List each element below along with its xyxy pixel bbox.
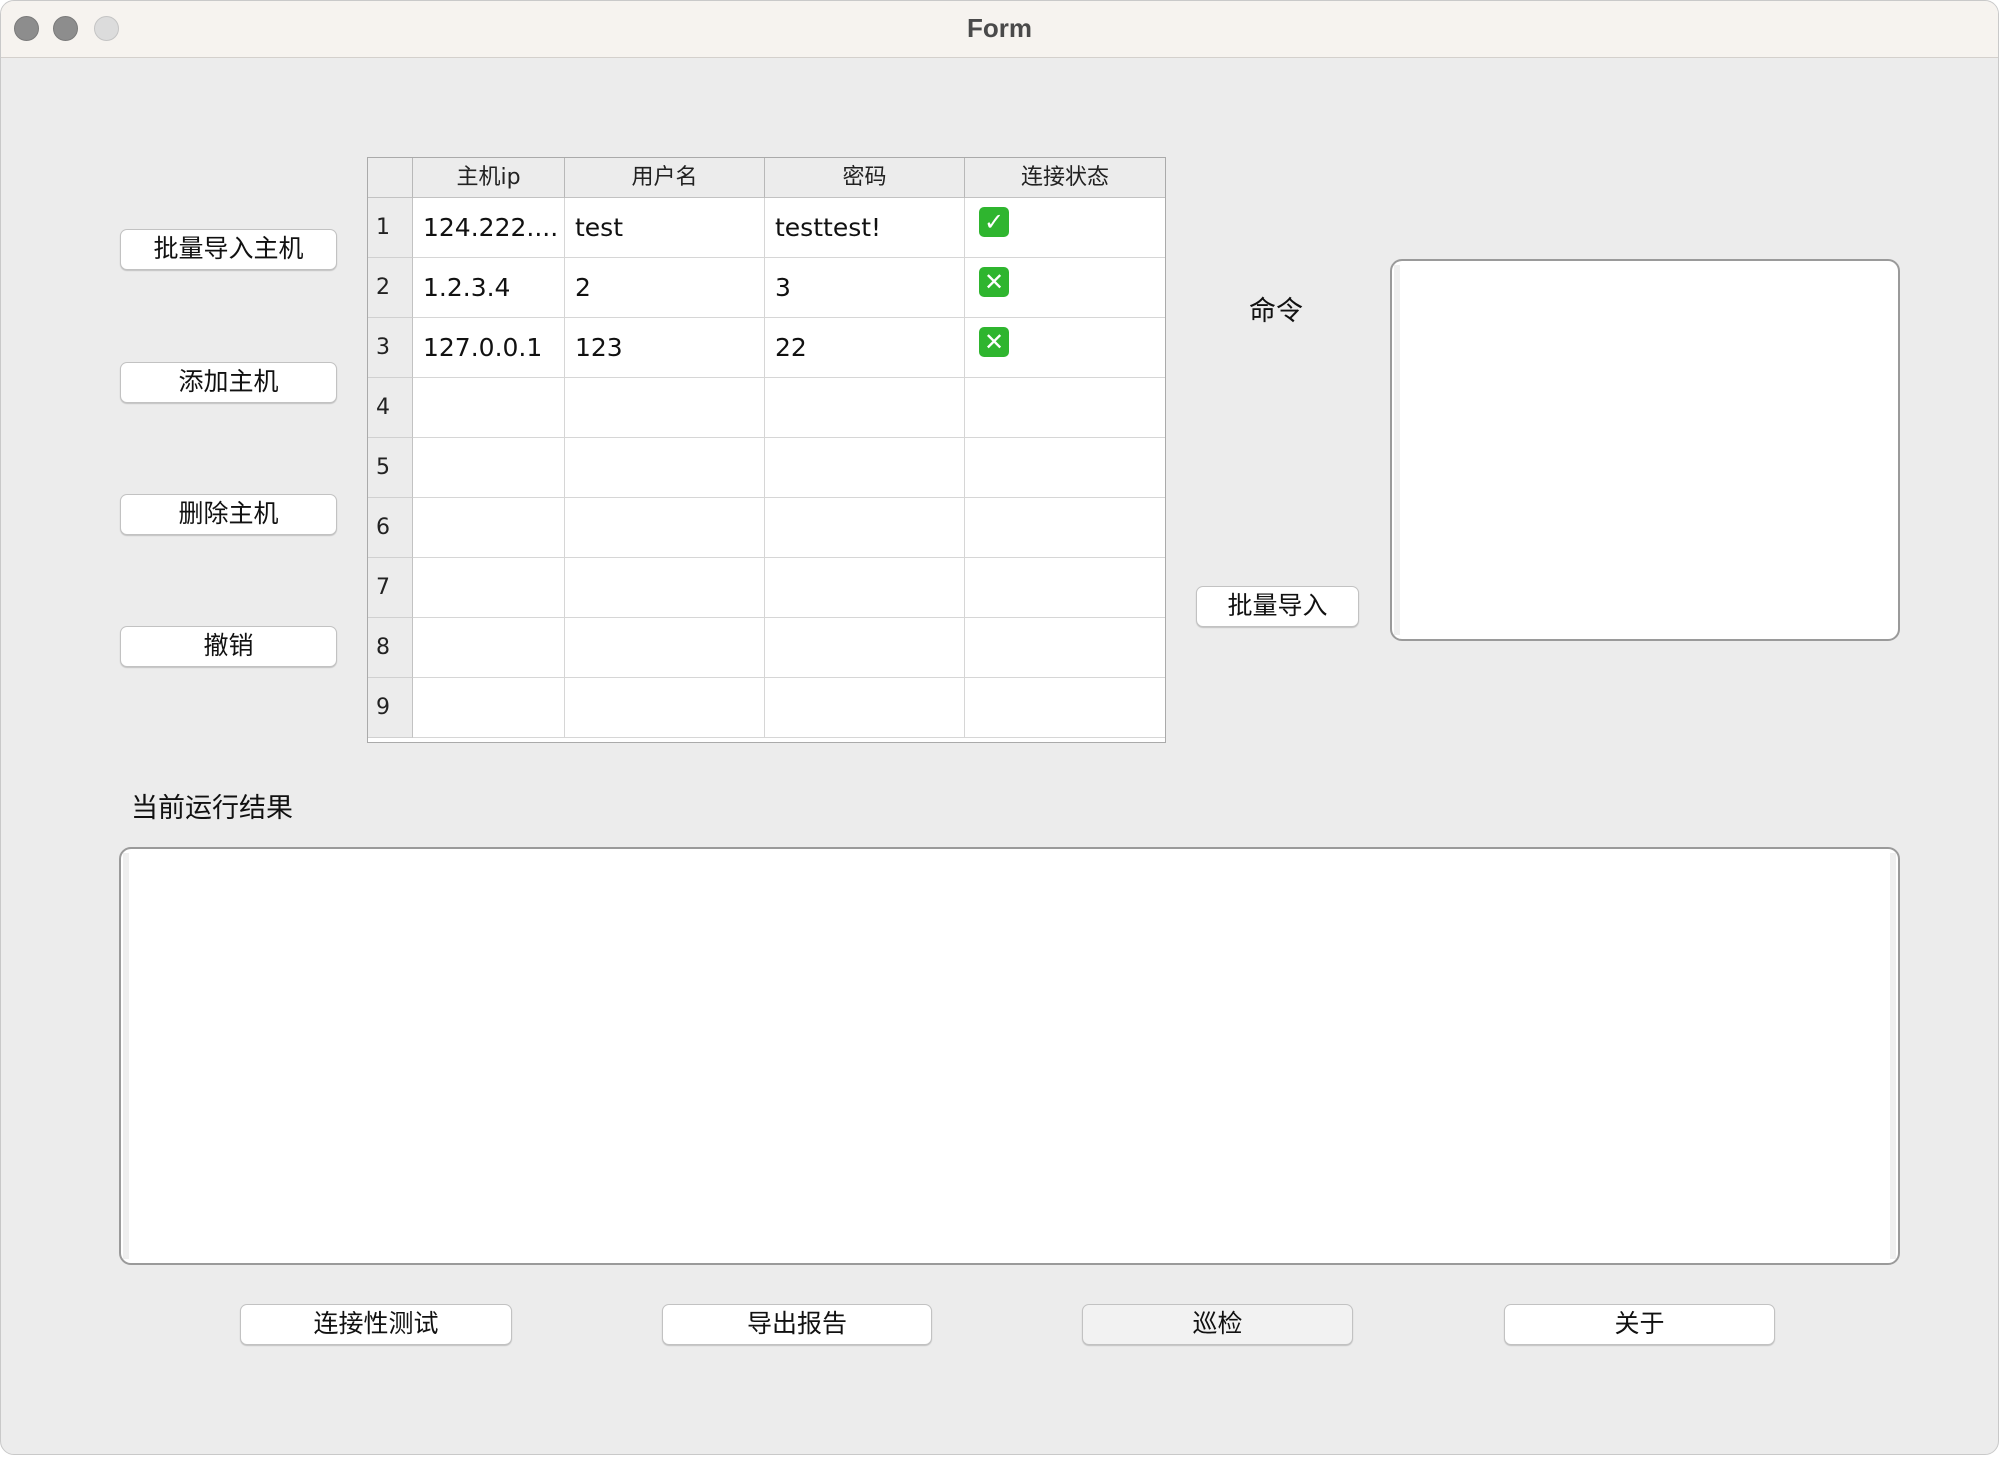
cross-icon: ✕: [979, 267, 1009, 297]
cell-status[interactable]: [965, 498, 1165, 558]
cell-username[interactable]: [565, 438, 765, 498]
cell-status[interactable]: [965, 678, 1165, 738]
command-input-text[interactable]: [1400, 265, 1890, 635]
cross-icon: ✕: [979, 327, 1009, 357]
about-button[interactable]: 关于: [1504, 1304, 1775, 1345]
cell-ip[interactable]: 124.222....: [413, 198, 565, 258]
cell-password[interactable]: 22: [765, 318, 965, 378]
cell-status[interactable]: [965, 438, 1165, 498]
cell-username[interactable]: [565, 678, 765, 738]
row-number[interactable]: 6: [368, 498, 413, 558]
delete-host-button[interactable]: 删除主机: [120, 494, 337, 535]
row-number[interactable]: 2: [368, 258, 413, 318]
cell-status[interactable]: ✕: [965, 258, 1165, 318]
app-window: Form 批量导入主机 添加主机 删除主机 撤销 主机ip 用户名 密码 连接状…: [0, 0, 1999, 1455]
row-number[interactable]: 5: [368, 438, 413, 498]
cell-ip[interactable]: [413, 438, 565, 498]
undo-button[interactable]: 撤销: [120, 626, 337, 667]
column-header-password[interactable]: 密码: [765, 158, 965, 198]
cell-username[interactable]: 123: [565, 318, 765, 378]
cell-ip[interactable]: [413, 618, 565, 678]
cell-ip[interactable]: [413, 378, 565, 438]
check-icon: ✓: [979, 207, 1009, 237]
cell-password[interactable]: [765, 558, 965, 618]
row-number[interactable]: 4: [368, 378, 413, 438]
cell-username[interactable]: 2: [565, 258, 765, 318]
cell-username[interactable]: [565, 558, 765, 618]
cell-username[interactable]: test: [565, 198, 765, 258]
cell-username[interactable]: [565, 378, 765, 438]
batch-import-hosts-button[interactable]: 批量导入主机: [120, 229, 337, 270]
cell-username[interactable]: [565, 498, 765, 558]
cell-status[interactable]: ✕: [965, 318, 1165, 378]
table-corner: [368, 158, 413, 198]
column-header-username[interactable]: 用户名: [565, 158, 765, 198]
cell-status[interactable]: [965, 378, 1165, 438]
result-output-text[interactable]: [129, 853, 1890, 1259]
connectivity-test-button[interactable]: 连接性测试: [240, 1304, 512, 1345]
cell-ip[interactable]: [413, 558, 565, 618]
cell-status[interactable]: [965, 618, 1165, 678]
row-number[interactable]: 8: [368, 618, 413, 678]
row-number[interactable]: 1: [368, 198, 413, 258]
column-header-status[interactable]: 连接状态: [965, 158, 1165, 198]
row-number[interactable]: 3: [368, 318, 413, 378]
cell-password[interactable]: 3: [765, 258, 965, 318]
add-host-button[interactable]: 添加主机: [120, 362, 337, 403]
cell-password[interactable]: [765, 498, 965, 558]
cell-ip[interactable]: [413, 498, 565, 558]
cell-username[interactable]: [565, 618, 765, 678]
result-output-right-margin: [1890, 853, 1896, 1259]
cell-ip[interactable]: 127.0.0.1: [413, 318, 565, 378]
result-label: 当前运行结果: [131, 793, 293, 824]
cell-status[interactable]: [965, 558, 1165, 618]
cell-password[interactable]: [765, 618, 965, 678]
cell-password[interactable]: [765, 678, 965, 738]
window-title: Form: [967, 13, 1032, 43]
host-table[interactable]: 主机ip 用户名 密码 连接状态 1 124.222.... test testtes…: [367, 157, 1166, 743]
cell-ip[interactable]: [413, 678, 565, 738]
batch-import-commands-button[interactable]: 批量导入: [1196, 586, 1359, 627]
command-label: 命令: [1249, 296, 1303, 327]
column-header-ip[interactable]: 主机ip: [413, 158, 565, 198]
export-report-button[interactable]: 导出报告: [662, 1304, 932, 1345]
cell-password[interactable]: testtest!: [765, 198, 965, 258]
cell-password[interactable]: [765, 438, 965, 498]
inspect-button[interactable]: 巡检: [1082, 1304, 1353, 1345]
result-output[interactable]: [119, 847, 1900, 1265]
row-number[interactable]: 7: [368, 558, 413, 618]
title-bar: Form: [1, 1, 1998, 58]
cell-ip[interactable]: 1.2.3.4: [413, 258, 565, 318]
command-input[interactable]: [1390, 259, 1900, 641]
cell-password[interactable]: [765, 378, 965, 438]
row-number[interactable]: 9: [368, 678, 413, 738]
cell-status[interactable]: ✓: [965, 198, 1165, 258]
